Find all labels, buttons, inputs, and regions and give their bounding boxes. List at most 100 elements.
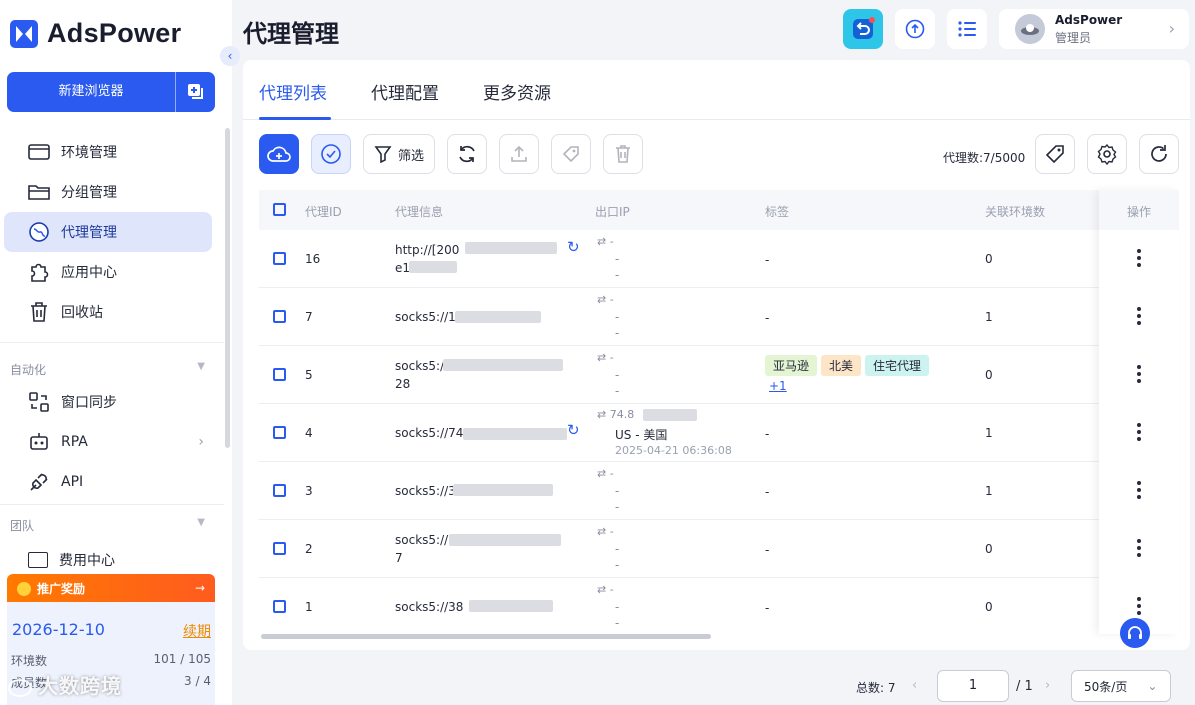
nav-item-api[interactable]: API [4, 462, 212, 502]
row-checkbox[interactable] [273, 600, 286, 613]
edit-tags-button[interactable] [551, 134, 591, 174]
nav-item-group[interactable]: 分组管理 [4, 172, 212, 212]
linked-env-count[interactable]: 0 [985, 600, 993, 614]
col-linked-envs[interactable]: 关联环境数 [985, 203, 1045, 220]
filter-button[interactable]: 筛选 [363, 134, 435, 174]
linked-env-count[interactable]: 0 [985, 542, 993, 556]
prev-page-button[interactable]: ‹ [912, 678, 917, 693]
row-checkbox[interactable] [273, 426, 286, 439]
main-nav: 环境管理 分组管理 代理管理 应用中心 回收站 [4, 132, 212, 332]
row-checkbox[interactable] [273, 542, 286, 555]
table-row[interactable]: 16 http://[200 e1 ↻ ⇄ - - - - 0 [259, 230, 1179, 288]
refresh-icon[interactable]: ↻ [567, 421, 580, 439]
watermark-icon [8, 678, 32, 697]
folder-icon [28, 181, 50, 203]
linked-env-count[interactable]: 1 [985, 484, 993, 498]
row-checkbox[interactable] [273, 252, 286, 265]
update-button[interactable] [895, 9, 935, 49]
export-button[interactable] [499, 134, 539, 174]
row-actions-button[interactable] [1137, 307, 1141, 328]
tag-manage-button[interactable] [1035, 134, 1075, 174]
user-menu[interactable]: AdsPower 管理员 › [999, 9, 1189, 49]
linked-env-count[interactable]: 1 [985, 426, 993, 440]
redacted-text [463, 428, 567, 440]
redacted-text [453, 484, 553, 496]
support-button[interactable] [1120, 618, 1150, 648]
actions-header: 操作 [1099, 190, 1179, 230]
nav-label: 费用中心 [59, 553, 115, 568]
row-actions-button[interactable] [1137, 481, 1141, 502]
row-actions-button[interactable] [1137, 365, 1141, 386]
table-row[interactable]: 2 socks5:// 7 ⇄ - - - - 0 [259, 520, 1179, 578]
nav-item-environment[interactable]: 环境管理 [4, 132, 212, 172]
table-row[interactable]: 5 socks5:/ 28 ⇄ - - - 亚马逊 北美 住宅代理 +1 0 [259, 346, 1179, 404]
tab-more-resources[interactable]: 更多资源 [483, 79, 551, 104]
row-checkbox[interactable] [273, 484, 286, 497]
page-number-input[interactable]: 1 [937, 670, 1009, 702]
batch-add-button[interactable] [175, 72, 215, 112]
promo-banner[interactable]: 推广奖励 → [7, 574, 215, 602]
feedback-button[interactable] [843, 9, 883, 49]
col-exit-ip: 出口IP [595, 205, 630, 219]
row-actions-button[interactable] [1137, 539, 1141, 560]
billing-icon [28, 552, 48, 568]
app-logo[interactable]: AdsPower [10, 18, 181, 49]
nav-item-window-sync[interactable]: 窗口同步 [4, 382, 212, 422]
redacted-text [469, 600, 553, 612]
user-role: 管理员 [1055, 30, 1092, 45]
linked-env-count[interactable]: 0 [985, 368, 993, 382]
nav-item-rpa[interactable]: RPA › [4, 422, 212, 462]
nav-item-trash[interactable]: 回收站 [4, 292, 212, 332]
linked-env-count[interactable]: 1 [985, 310, 993, 324]
nav-item-app-center[interactable]: 应用中心 [4, 252, 212, 292]
nav-label: API [61, 474, 84, 490]
refresh-proxies-button[interactable] [447, 134, 487, 174]
next-page-button[interactable]: › [1045, 678, 1050, 693]
new-browser-button[interactable]: 新建浏览器 [7, 72, 215, 112]
task-list-button[interactable] [947, 9, 987, 49]
nav-label: 代理管理 [61, 225, 117, 241]
select-all-checkbox[interactable] [273, 203, 286, 216]
column-settings-button[interactable] [1087, 134, 1127, 174]
page-size-select[interactable]: 50条/页 ⌄ [1071, 670, 1171, 702]
exit-ip-time: - [615, 616, 620, 630]
tags: - [765, 543, 770, 557]
collapse-sidebar-button[interactable]: ‹ [220, 46, 240, 66]
row-checkbox[interactable] [273, 368, 286, 381]
horizontal-scrollbar[interactable] [261, 634, 711, 639]
tab-proxy-list[interactable]: 代理列表 [259, 79, 327, 104]
caret-down-icon: ▼ [197, 517, 205, 528]
sidebar-scrollbar[interactable] [225, 128, 230, 448]
env-usage: 环境数 101 / 105 [11, 652, 211, 669]
proxy-id: 5 [305, 368, 313, 382]
proxy-info: socks5:/ [395, 359, 445, 373]
add-proxy-button[interactable] [259, 134, 299, 174]
delete-button[interactable] [603, 134, 643, 174]
refresh-icon [459, 145, 475, 163]
automation-section-toggle[interactable]: 自动化 ▼ [10, 361, 205, 378]
row-actions-button[interactable] [1137, 423, 1141, 444]
row-checkbox[interactable] [273, 310, 286, 323]
row-actions-button[interactable] [1137, 597, 1141, 618]
linked-env-count[interactable]: 0 [985, 252, 993, 266]
refresh-icon[interactable]: ↻ [567, 238, 580, 256]
reload-button[interactable] [1139, 134, 1179, 174]
new-browser-label[interactable]: 新建浏览器 [7, 72, 175, 112]
nav-item-billing[interactable]: 费用中心 [28, 548, 115, 568]
proxy-id: 4 [305, 426, 313, 440]
col-proxy-id[interactable]: 代理ID [305, 203, 342, 220]
tab-proxy-config[interactable]: 代理配置 [371, 79, 439, 104]
proxy-info-line2: e1 [395, 261, 411, 275]
nav-item-proxy[interactable]: 代理管理 [4, 212, 212, 252]
table-row[interactable]: 7 socks5://1 ⇄ - - - - 1 [259, 288, 1179, 346]
table-row[interactable]: 1 socks5://38 ⇄ - - - - 0 [259, 578, 1179, 636]
more-tags-link[interactable]: +1 [769, 379, 787, 393]
row-actions-button[interactable] [1137, 249, 1141, 270]
renew-link[interactable]: 续期 [183, 621, 211, 641]
gear-icon [1097, 143, 1117, 165]
table-row[interactable]: 4 socks5://74 ↻ ⇄ 74.8 US - 美国 2025-04-2… [259, 404, 1179, 462]
check-proxy-button[interactable] [311, 134, 351, 174]
team-section-toggle[interactable]: 团队 ▼ [10, 517, 205, 534]
table-row[interactable]: 3 socks5://3 ⇄ - - - - 1 [259, 462, 1179, 520]
proxy-id: 16 [305, 252, 321, 266]
